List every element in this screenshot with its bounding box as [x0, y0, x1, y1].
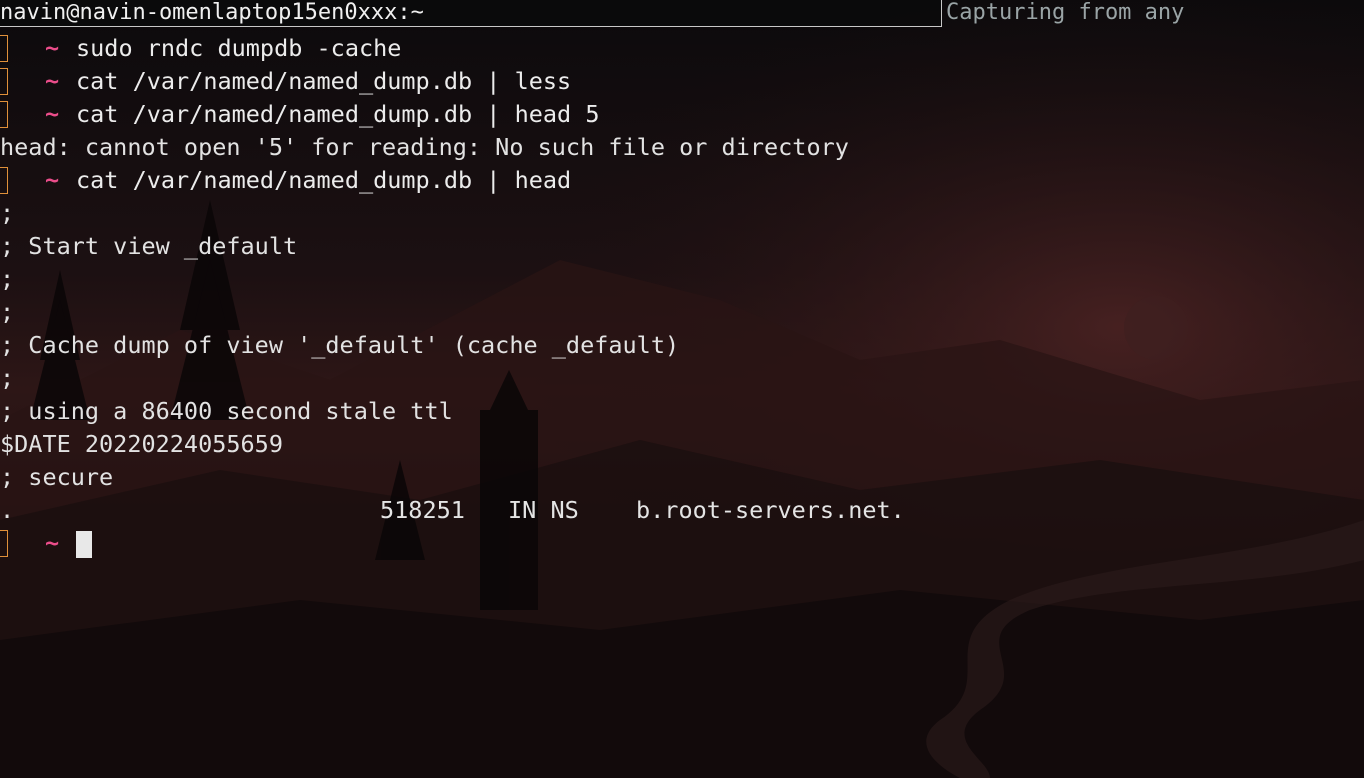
output-text: ; secure	[0, 463, 114, 491]
command-text: sudo rndc dumpdb -cache	[76, 34, 402, 62]
terminal-line: ; using a 86400 second stale ttl	[0, 395, 1364, 428]
prompt-box-icon	[0, 530, 8, 557]
record-name: .	[0, 496, 15, 524]
terminal-line: head: cannot open '5' for reading: No su…	[0, 131, 1364, 164]
terminal-line: ~ cat /var/named/named_dump.db | head 5	[0, 98, 1364, 131]
record-class-type: IN NS	[508, 496, 579, 524]
capture-status-text: Capturing from any	[946, 0, 1185, 25]
terminal-line: ;	[0, 197, 1364, 230]
prompt-tilde: ~	[45, 529, 60, 557]
terminal-line: ~ cat /var/named/named_dump.db | head	[0, 164, 1364, 197]
prompt-tilde: ~	[45, 166, 60, 194]
block-cursor-icon[interactable]	[76, 531, 92, 558]
prompt-tilde: ~	[45, 67, 60, 95]
dns-record-line: . 518251 IN NS b.root-servers.net.	[0, 494, 1364, 527]
terminal-line: ~ sudo rndc dumpdb -cache	[0, 32, 1364, 65]
output-text: ;	[0, 265, 15, 293]
record-target: b.root-servers.net.	[636, 496, 905, 524]
prompt-box-icon	[0, 167, 8, 194]
terminal-line: ;	[0, 362, 1364, 395]
command-text: cat /var/named/named_dump.db | head 5	[76, 100, 600, 128]
prompt-tilde: ~	[45, 34, 60, 62]
prompt-tilde: ~	[45, 100, 60, 128]
output-text: $DATE 20220224055659	[0, 430, 283, 458]
output-text: ;	[0, 298, 15, 326]
terminal-output[interactable]: ~ sudo rndc dumpdb -cache ~ cat /var/nam…	[0, 32, 1364, 560]
active-prompt-line[interactable]: ~	[0, 527, 1364, 560]
prompt-box-icon	[0, 68, 8, 95]
output-text: ;	[0, 364, 15, 392]
command-text: cat /var/named/named_dump.db | less	[76, 67, 572, 95]
window-title: navin@navin-omenlaptop15en0xxx:~	[0, 0, 942, 27]
terminal-line: ~ cat /var/named/named_dump.db | less	[0, 65, 1364, 98]
terminal-line: ; Cache dump of view '_default' (cache _…	[0, 329, 1364, 362]
terminal-line: $DATE 20220224055659	[0, 428, 1364, 461]
output-text: ; Cache dump of view '_default' (cache _…	[0, 331, 680, 359]
record-ttl: 518251	[380, 496, 465, 524]
terminal-line: ;	[0, 296, 1364, 329]
top-bar: navin@navin-omenlaptop15en0xxx:~ Capturi…	[0, 0, 1364, 28]
error-output-text: head: cannot open '5' for reading: No su…	[0, 133, 849, 161]
terminal-line: ; Start view _default	[0, 230, 1364, 263]
output-text: ; Start view _default	[0, 232, 298, 260]
desktop-screen: navin@navin-omenlaptop15en0xxx:~ Capturi…	[0, 0, 1364, 778]
output-text: ; using a 86400 second stale ttl	[0, 397, 453, 425]
prompt-box-icon	[0, 35, 8, 62]
terminal-line: ;	[0, 263, 1364, 296]
terminal-line: ; secure	[0, 461, 1364, 494]
prompt-box-icon	[0, 101, 8, 128]
command-text: cat /var/named/named_dump.db | head	[76, 166, 572, 194]
output-text: ;	[0, 199, 15, 227]
